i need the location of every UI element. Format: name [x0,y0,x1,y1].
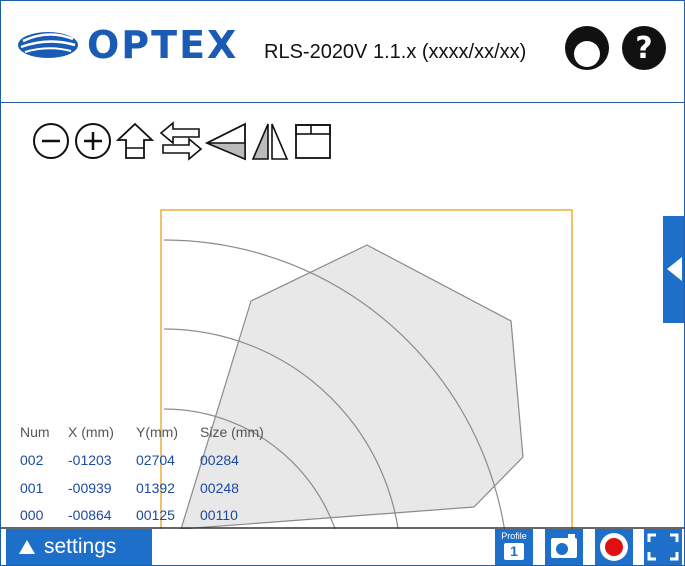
target-x: -01203 [68,452,112,468]
user-account-button[interactable] [564,25,610,71]
brand-name: OPTEX [87,23,239,67]
svg-text:?: ? [635,31,652,66]
user-icon [565,26,609,70]
camera-icon [551,534,577,558]
settings-label: settings [44,535,117,558]
target-row: 001 -00939 01392 00248 [20,480,280,496]
target-num: 001 [20,480,44,496]
profile-label: Profile [501,531,527,541]
header: OPTEX RLS-2020V 1.1.x (xxxx/xx/xx) ? [1,1,684,103]
app-frame: OPTEX RLS-2020V 1.1.x (xxxx/xx/xx) ? Num… [0,0,685,566]
help-icon: ? [622,26,666,70]
settings-button[interactable]: settings [6,529,152,565]
column-header: Y(mm) [136,424,178,440]
column-header: X (mm) [68,424,114,440]
target-num: 000 [20,507,44,523]
profile-number: 1 [504,543,524,560]
target-size: 00110 [200,507,238,523]
record-button[interactable] [595,529,633,565]
target-row: 002 -01203 02704 00284 [20,452,280,468]
target-y: 02704 [136,452,175,468]
column-header: Num [20,424,50,440]
fullscreen-button[interactable] [644,529,682,565]
fullscreen-icon [647,533,679,561]
optex-globe-icon [18,32,78,58]
target-list-header: Num X (mm) Y(mm) Size (mm) [20,424,280,440]
profile-button[interactable]: Profile 1 [495,529,533,565]
target-x: -00864 [68,507,112,523]
target-size: 00284 [200,452,239,468]
record-icon [600,533,628,561]
side-panel-toggle[interactable] [663,216,684,323]
target-x: -00939 [68,480,112,496]
target-y: 01392 [136,480,175,496]
target-num: 002 [20,452,44,468]
column-header: Size (mm) [200,424,264,440]
help-button[interactable]: ? [621,25,667,71]
collapse-left-icon [667,257,682,281]
bottom-bar: settings Profile 1 [1,529,684,565]
brand-logo: OPTEX [17,25,238,65]
expand-up-icon [19,540,35,554]
target-row: 000 -00864 00125 00110 [20,507,280,523]
target-y: 00125 [136,507,175,523]
snapshot-button[interactable] [545,529,583,565]
target-size: 00248 [200,480,239,496]
device-version: RLS-2020V 1.1.x (xxxx/xx/xx) [264,41,527,63]
